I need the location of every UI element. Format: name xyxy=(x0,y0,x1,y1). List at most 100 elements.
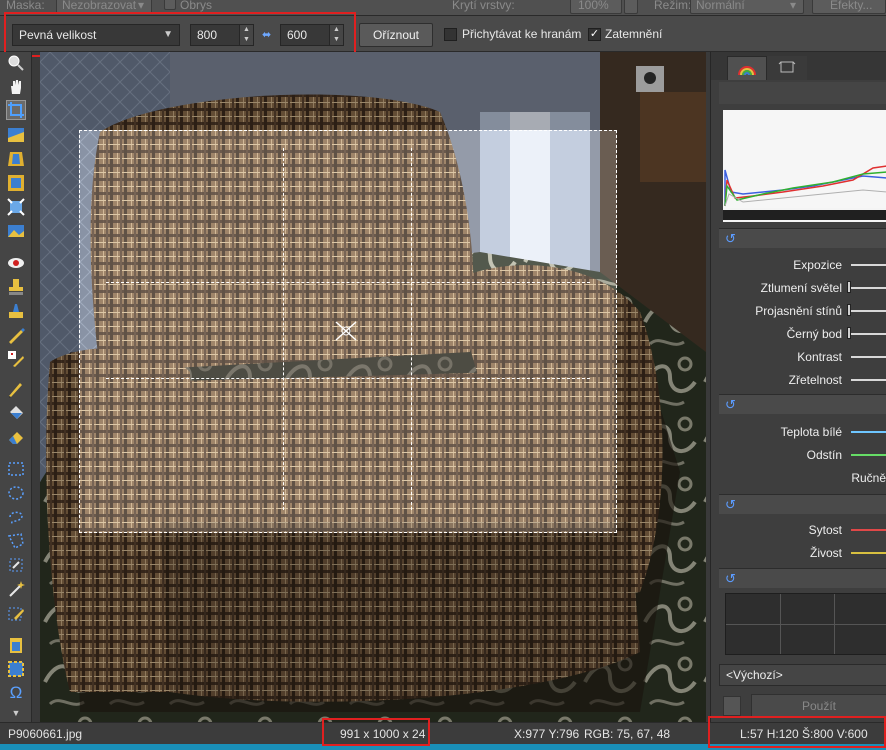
slider-label-vibrance: Živost xyxy=(809,546,842,560)
lasso-select-icon[interactable] xyxy=(7,508,25,526)
clone-stamp-icon[interactable] xyxy=(7,278,25,296)
status-rgb: RGB: 75, 67, 48 xyxy=(584,727,671,741)
tool-palette: Ω ▼ xyxy=(0,52,32,722)
crop-guide-horizontal-bottom xyxy=(106,378,590,379)
crop-button[interactable]: Oříznout xyxy=(359,23,433,47)
eraser-tool-icon[interactable] xyxy=(7,428,25,446)
section-header-white-balance[interactable]: ↺ xyxy=(719,394,886,414)
reset-icon[interactable]: ↺ xyxy=(725,231,736,247)
reset-icon[interactable]: ↺ xyxy=(725,571,736,587)
effects-label: Efekty... xyxy=(830,0,873,12)
highlight-frame-selection xyxy=(708,716,886,748)
tab-effects[interactable] xyxy=(767,56,807,80)
crop-tool-icon xyxy=(8,102,24,118)
status-filename: P9060661.jpg xyxy=(8,727,83,741)
rect-select-icon[interactable] xyxy=(7,460,25,478)
edit-select-icon[interactable] xyxy=(7,604,25,622)
rainbow-icon xyxy=(738,66,756,76)
preset-value: <Výchozí> xyxy=(726,668,783,682)
panel-header xyxy=(719,82,886,104)
image-adjust-icon[interactable] xyxy=(7,222,25,240)
crop-rectangle[interactable] xyxy=(79,130,617,533)
slider-saturation[interactable] xyxy=(851,529,886,531)
apply-button[interactable]: Použít xyxy=(751,694,886,718)
panel-tabs xyxy=(711,52,886,80)
tab-color-adjust[interactable] xyxy=(727,56,767,80)
slider-tint[interactable] xyxy=(851,454,886,456)
effects-tab-icon xyxy=(778,61,796,73)
slider-clarity[interactable] xyxy=(851,379,886,381)
histogram-chart xyxy=(723,110,886,222)
opacity-value: 100% xyxy=(578,0,609,12)
manual-wb-label[interactable]: Ručně xyxy=(851,471,886,485)
preset-select[interactable]: <Výchozí> xyxy=(719,664,886,686)
slider-temperature[interactable] xyxy=(851,431,886,433)
crop-guide-horizontal-top xyxy=(106,282,590,283)
chevron-down-icon: ▾ xyxy=(790,0,797,12)
retouch-tool-icon[interactable] xyxy=(7,350,25,368)
slider-label-black-point: Černý bod xyxy=(786,327,842,341)
polygon-select-icon[interactable] xyxy=(7,532,25,550)
brush-tool-icon[interactable] xyxy=(7,302,25,320)
opacity-stepper[interactable] xyxy=(624,0,638,14)
chevron-down-icon: ▾ xyxy=(138,0,145,12)
resize-tool-icon[interactable] xyxy=(7,174,25,192)
crop-guide-vertical-right xyxy=(411,148,412,510)
magic-wand-icon[interactable] xyxy=(7,580,25,598)
text-tool-icon[interactable]: Ω xyxy=(7,684,25,702)
image-canvas[interactable] xyxy=(40,52,706,722)
curves-graph[interactable] xyxy=(725,593,886,655)
snap-label: Přichytávat ke hranám xyxy=(462,27,582,41)
outline-label: Obrys xyxy=(180,0,213,12)
slider-label-highlights: Ztlumení světel xyxy=(760,281,842,295)
slider-shadows[interactable] xyxy=(851,310,886,312)
slider-label-exposure: Expozice xyxy=(793,258,842,272)
highlight-frame-size xyxy=(4,12,356,57)
snap-checkbox[interactable] xyxy=(444,28,457,41)
status-cursor-position: X:977 Y:796 xyxy=(514,727,580,741)
slider-black-point[interactable] xyxy=(851,333,886,335)
fill-bucket-icon[interactable] xyxy=(7,404,25,422)
section-header-saturation[interactable]: ↺ xyxy=(719,494,886,514)
outline-checkbox[interactable] xyxy=(164,0,176,10)
transform-tool-icon[interactable] xyxy=(7,198,25,216)
straighten-tool-icon[interactable] xyxy=(7,126,25,144)
red-eye-tool-icon[interactable] xyxy=(7,254,25,272)
slider-label-tint: Odstín xyxy=(806,448,842,462)
darken-checkbox[interactable]: ✓ xyxy=(588,28,601,41)
crop-tool-button[interactable] xyxy=(6,100,26,120)
lock-icon[interactable] xyxy=(723,696,741,716)
section-header-exposure[interactable]: ↺ xyxy=(719,228,886,248)
layer-select-icon[interactable] xyxy=(7,660,25,678)
mode-label: Režim: xyxy=(654,0,692,12)
slider-label-contrast: Kontrast xyxy=(797,350,842,364)
perspective-tool-icon[interactable] xyxy=(7,150,25,168)
mask-label: Maska: xyxy=(6,0,45,12)
slider-label-shadows: Projasnění stínů xyxy=(755,304,842,318)
opacity-label: Krytí vrstvy: xyxy=(452,0,515,12)
ellipse-select-icon[interactable] xyxy=(7,484,25,502)
magic-select-icon[interactable] xyxy=(7,556,25,574)
slider-highlights[interactable] xyxy=(851,287,886,289)
curve-grid-line xyxy=(726,624,886,625)
adjustment-panel: ↺ Expozice Ztlumení světel Projasnění st… xyxy=(710,52,886,722)
darken-label: Zatemnění xyxy=(605,27,663,41)
mask-value: Nezobrazovat xyxy=(62,0,137,12)
zoom-tool-icon[interactable] xyxy=(7,54,25,72)
reset-icon[interactable]: ↺ xyxy=(725,497,736,513)
slider-vibrance[interactable] xyxy=(851,552,886,554)
heal-brush-icon[interactable] xyxy=(7,326,25,344)
layer-paste-icon[interactable] xyxy=(7,636,25,654)
slider-contrast[interactable] xyxy=(851,356,886,358)
slider-label-clarity: Zřetelnost xyxy=(788,373,842,387)
hand-tool-icon[interactable] xyxy=(7,78,25,96)
pencil-tool-icon[interactable] xyxy=(7,380,25,398)
reset-icon[interactable]: ↺ xyxy=(725,397,736,413)
mode-value: Normální xyxy=(696,0,745,12)
highlight-frame-dimensions xyxy=(322,718,430,746)
slider-label-saturation: Sytost xyxy=(808,523,842,537)
crop-guide-vertical-left xyxy=(283,148,284,510)
slider-label-temperature: Teplota bílé xyxy=(780,425,842,439)
slider-exposure[interactable] xyxy=(851,264,886,266)
section-header-curves[interactable]: ↺ xyxy=(719,568,886,588)
